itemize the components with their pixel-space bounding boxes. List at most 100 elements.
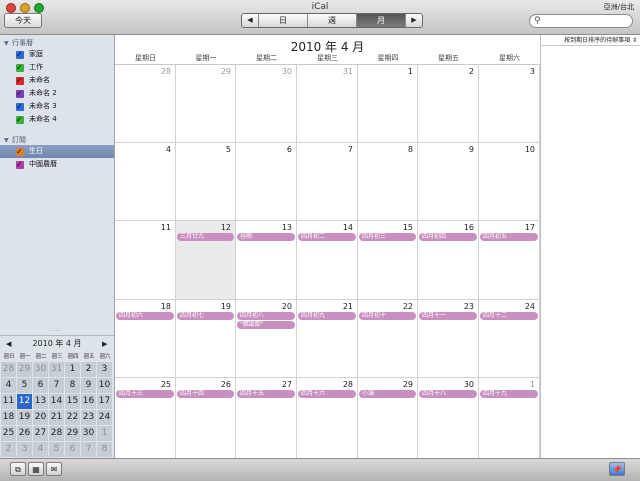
day-cell[interactable]: 22 四月初十 xyxy=(358,300,418,378)
day-cell[interactable]: 26 四月十四 xyxy=(176,378,236,459)
calendar-event[interactable]: 四月十八 xyxy=(419,390,477,398)
day-cell[interactable]: 19 四月初七 xyxy=(176,300,236,378)
mini-day[interactable]: 18 xyxy=(1,410,16,425)
mini-day[interactable]: 29 xyxy=(17,362,32,377)
mini-day[interactable]: 4 xyxy=(1,378,16,393)
mini-day[interactable]: 13 xyxy=(33,394,48,409)
view-week-button[interactable]: 週 xyxy=(307,14,356,27)
mini-day[interactable]: 5 xyxy=(49,442,64,457)
timezone-label[interactable]: 亞洲/台北 xyxy=(604,2,634,12)
calendar-checkbox[interactable] xyxy=(16,145,24,158)
day-cell[interactable]: 1 xyxy=(358,65,418,143)
calendar-event[interactable]: 四月十一 xyxy=(419,312,477,320)
mini-day[interactable]: 2 xyxy=(1,442,16,457)
calendar-event[interactable]: 小滿 xyxy=(359,390,416,398)
mini-day-today[interactable]: 12 xyxy=(17,394,32,409)
calendar-item[interactable]: 未命名 3 xyxy=(0,100,114,113)
mini-day[interactable]: 23 xyxy=(81,410,96,425)
mini-day[interactable]: 29 xyxy=(65,426,80,441)
mini-day[interactable]: 1 xyxy=(65,362,80,377)
day-cell[interactable]: 24 四月十二 xyxy=(479,300,540,378)
day-cell[interactable]: 27 四月十五 xyxy=(236,378,297,459)
mini-day[interactable]: 14 xyxy=(49,394,64,409)
day-cell[interactable]: 18 四月初六 xyxy=(115,300,176,378)
calendar-checkbox[interactable] xyxy=(16,87,24,100)
day-cell[interactable]: 15 四月初三 xyxy=(358,221,418,300)
mini-day[interactable]: 6 xyxy=(33,378,48,393)
calendar-item[interactable]: 未命名 xyxy=(0,74,114,87)
day-cell[interactable]: 8 xyxy=(358,143,418,221)
mini-day[interactable]: 10 xyxy=(97,378,112,393)
calendar-event[interactable]: "佛誕節" xyxy=(237,321,295,329)
calendar-event[interactable]: 四月初八 xyxy=(237,312,295,320)
calendar-item[interactable]: 未命名 4 xyxy=(0,113,114,126)
mini-day[interactable]: 17 xyxy=(97,394,112,409)
mini-day[interactable]: 5 xyxy=(17,378,32,393)
calendar-event[interactable]: 四月初三 xyxy=(359,233,416,241)
calendar-checkbox[interactable] xyxy=(16,48,24,61)
mini-day[interactable]: 28 xyxy=(49,426,64,441)
calendar-event[interactable]: 四月十四 xyxy=(177,390,234,398)
mini-day[interactable]: 22 xyxy=(65,410,80,425)
calendar-item[interactable]: 家庭 xyxy=(0,48,114,61)
day-cell[interactable]: 25 四月十三 xyxy=(115,378,176,459)
calendar-event[interactable]: 四月初六 xyxy=(116,312,174,320)
day-cell[interactable]: 30 xyxy=(236,65,297,143)
mini-day[interactable]: 7 xyxy=(81,442,96,457)
calendar-group-header[interactable]: ▼ 行事曆 xyxy=(0,38,114,48)
calendar-checkbox[interactable] xyxy=(16,158,24,171)
calendar-event[interactable]: 四月初二 xyxy=(298,233,356,241)
mini-day[interactable]: 30 xyxy=(81,426,96,441)
mini-day[interactable]: 3 xyxy=(97,362,112,377)
day-cell[interactable]: 29 小滿 xyxy=(358,378,418,459)
add-calendar-button[interactable]: ⧉ xyxy=(10,462,26,476)
calendar-event[interactable]: 四月十六 xyxy=(298,390,356,398)
day-cell[interactable]: 16 四月初四 xyxy=(418,221,479,300)
mini-next-month-button[interactable]: ▶ xyxy=(102,338,107,350)
calendar-event[interactable]: 四月十二 xyxy=(480,312,538,320)
next-month-button[interactable]: ▶ xyxy=(405,14,422,27)
day-cell[interactable]: 6 xyxy=(236,143,297,221)
mini-day[interactable]: 21 xyxy=(49,410,64,425)
mini-day[interactable]: 4 xyxy=(33,442,48,457)
mini-day[interactable]: 3 xyxy=(17,442,32,457)
calendar-item[interactable]: 工作 xyxy=(0,61,114,74)
day-cell[interactable]: 21 四月初九 xyxy=(297,300,358,378)
day-cell[interactable]: 11 xyxy=(115,221,176,300)
mini-day[interactable]: 27 xyxy=(33,426,48,441)
day-cell[interactable]: 17 四月初五 xyxy=(479,221,540,300)
mini-day[interactable]: 9 xyxy=(81,378,96,393)
day-cell[interactable]: 14 四月初二 xyxy=(297,221,358,300)
search-input[interactable] xyxy=(546,16,628,26)
calendar-event[interactable]: 谷雨 xyxy=(237,233,295,241)
day-cell[interactable]: 9 xyxy=(418,143,479,221)
day-cell[interactable]: 10 xyxy=(479,143,540,221)
mini-day[interactable]: 8 xyxy=(65,378,80,393)
day-cell[interactable]: 30 四月十八 xyxy=(418,378,479,459)
day-cell[interactable]: 4 xyxy=(115,143,176,221)
day-cell[interactable]: 23 四月十一 xyxy=(418,300,479,378)
day-cell[interactable]: 7 xyxy=(297,143,358,221)
calendar-event[interactable]: 三月廿九 xyxy=(177,233,234,241)
view-month-button[interactable]: 月 xyxy=(356,14,405,27)
mini-day[interactable]: 7 xyxy=(49,378,64,393)
calendar-checkbox[interactable] xyxy=(16,61,24,74)
calendar-checkbox[interactable] xyxy=(16,74,24,87)
day-cell[interactable]: 5 xyxy=(176,143,236,221)
mini-day[interactable]: 25 xyxy=(1,426,16,441)
todo-sort-menu[interactable]: 按到期日排序的待辦事項 ⇕ xyxy=(541,35,640,46)
day-cell[interactable]: 31 xyxy=(297,65,358,143)
calendar-checkbox[interactable] xyxy=(16,113,24,126)
show-notifications-button[interactable]: ✉ xyxy=(46,462,62,476)
calendar-group-header[interactable]: ▼ 訂閱 xyxy=(0,135,114,145)
day-cell-today[interactable]: 12 三月廿九 xyxy=(176,221,236,300)
mini-day[interactable]: 20 xyxy=(33,410,48,425)
mini-day[interactable]: 6 xyxy=(65,442,80,457)
mini-day[interactable]: 2 xyxy=(81,362,96,377)
todo-pin-button[interactable]: 📌 xyxy=(609,462,625,476)
calendar-event[interactable]: 四月初十 xyxy=(359,312,416,320)
mini-day[interactable]: 1 xyxy=(97,426,112,441)
calendar-event[interactable]: 四月十九 xyxy=(480,390,538,398)
mini-day[interactable]: 8 xyxy=(97,442,112,457)
mini-day[interactable]: 11 xyxy=(1,394,16,409)
